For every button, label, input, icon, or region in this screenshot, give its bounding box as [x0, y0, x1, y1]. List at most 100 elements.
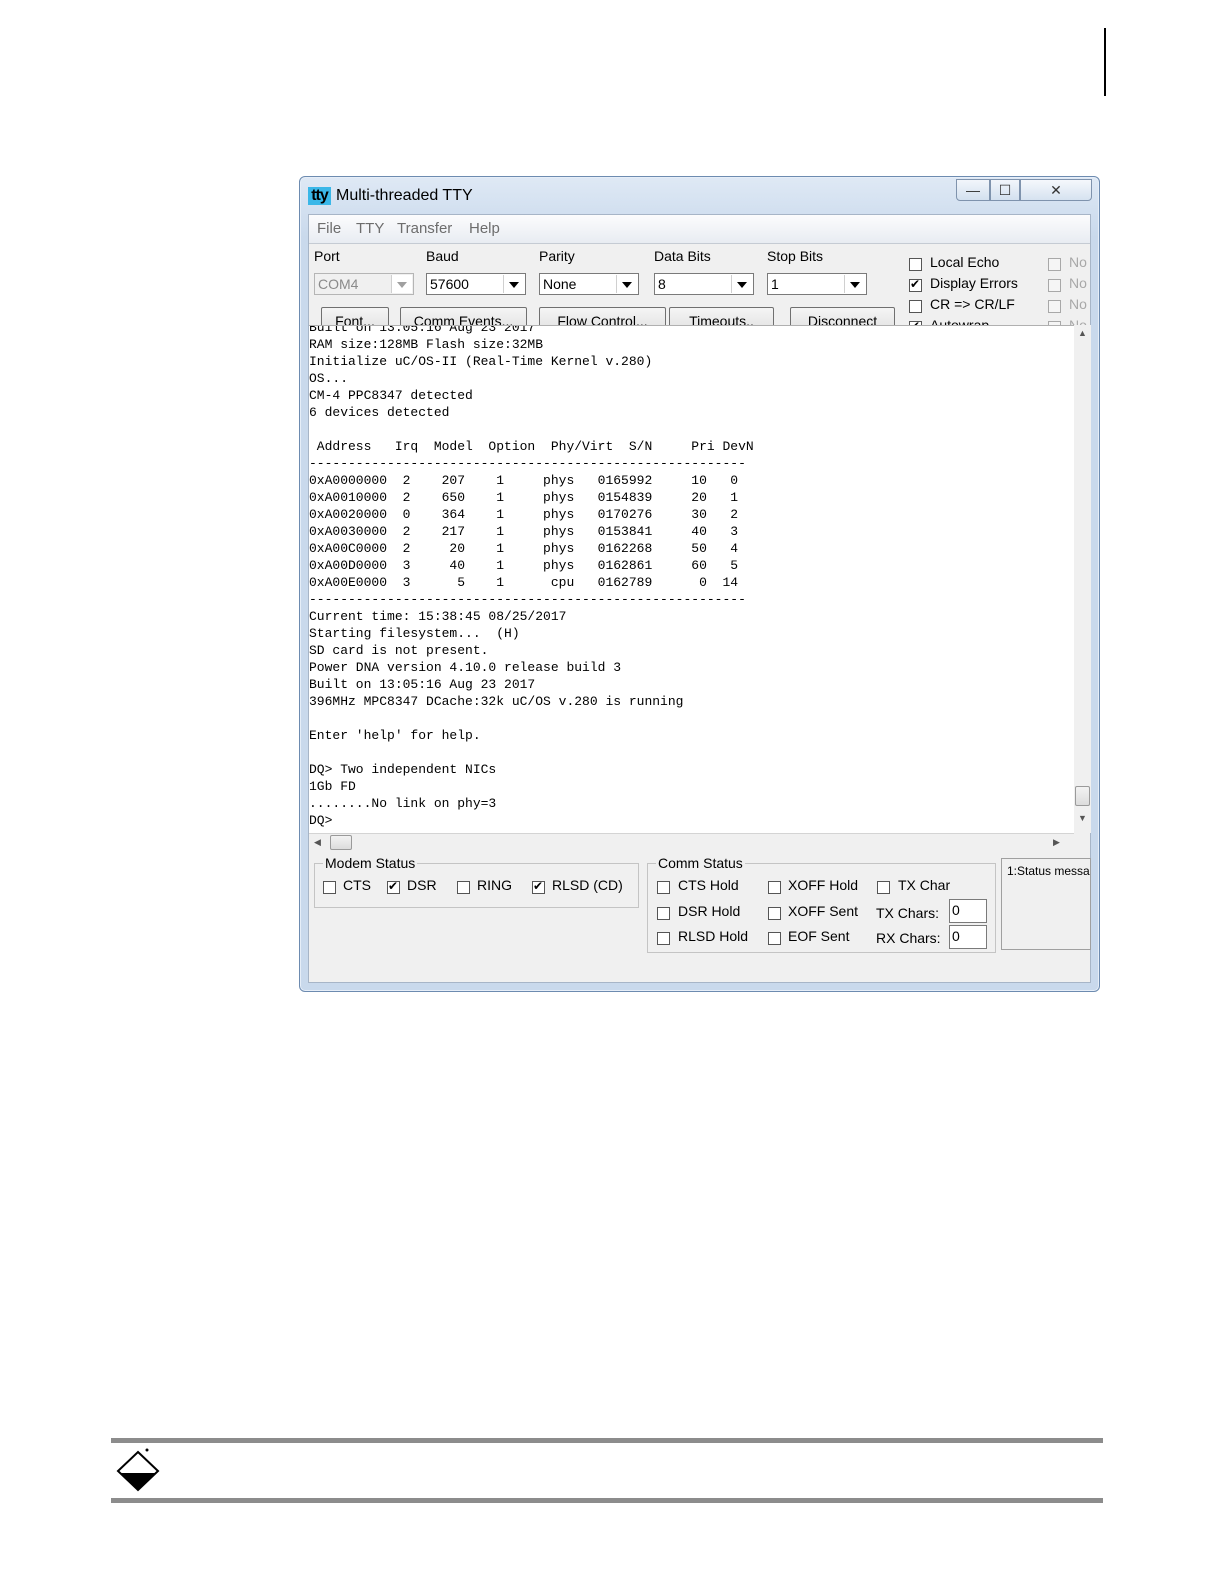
xoff-hold-checkbox[interactable]: [768, 881, 781, 894]
local-echo-checkbox[interactable]: [909, 258, 922, 271]
terminal-line: Address Irq Model Option Phy/Virt S/N Pr…: [309, 439, 754, 454]
rlsd-checkbox[interactable]: [532, 879, 545, 894]
baud-value: 57600: [430, 276, 469, 292]
dsr-hold-label: DSR Hold: [678, 903, 741, 919]
dsr-label: DSR: [407, 877, 437, 893]
terminal-line: DQ>: [309, 813, 333, 828]
local-echo-label: Local Echo: [930, 254, 1000, 270]
status-message: 1:Status message: [1007, 864, 1090, 878]
maximize-icon: ☐: [998, 182, 1012, 198]
parity-value: None: [543, 276, 577, 292]
tx-chars-field[interactable]: 0: [949, 899, 987, 923]
port-label: Port: [314, 248, 340, 264]
parity-select[interactable]: None: [539, 273, 639, 295]
terminal-line: Starting filesystem... (H): [309, 626, 520, 641]
terminal-line: Built on 13:05:16 Aug 23 2017: [309, 325, 536, 335]
comm-status-title: Comm Status: [656, 855, 745, 871]
vertical-scroll-thumb[interactable]: [1075, 786, 1090, 806]
chevron-down-icon: [844, 275, 865, 293]
xoff-hold-label: XOFF Hold: [788, 877, 859, 893]
ring-checkbox[interactable]: [457, 881, 470, 894]
company-logo: [116, 1448, 160, 1492]
terminal-line: 0xA00E0000 3 5 1 cpu 0162789 0 14: [309, 575, 739, 590]
terminal-line: 0xA0020000 0 364 1 phys 0170276 30 2: [309, 507, 739, 522]
terminal-line: 0xA00D0000 3 40 1 phys 0162861 60 5: [309, 558, 739, 573]
terminal-line: Power DNA version 4.10.0 release build 3: [309, 660, 622, 675]
terminal-line: 0xA00C0000 2 20 1 phys 0162268 50 4: [309, 541, 739, 556]
cts-hold-checkbox[interactable]: [657, 881, 670, 894]
rx-chars-field[interactable]: 0: [949, 925, 987, 949]
minimize-button[interactable]: —: [956, 179, 990, 201]
dsr-checkbox[interactable]: [387, 879, 400, 894]
comm-status-group: Comm Status CTS Hold XOFF Hold TX Char D…: [647, 855, 996, 953]
baud-select[interactable]: 57600: [426, 273, 526, 295]
terminal-line: CM-4 PPC8347 detected: [309, 388, 473, 403]
terminal-line: OS...: [309, 371, 349, 386]
disabled-option-label: No: [1069, 296, 1087, 312]
footer-top-rule: [111, 1438, 1103, 1443]
eof-sent-label: EOF Sent: [788, 928, 850, 944]
vertical-scrollbar[interactable]: ▲ ▼: [1074, 325, 1091, 833]
page-header-rule: [1104, 28, 1106, 96]
data-bits-select[interactable]: 8: [654, 273, 754, 295]
stop-bits-value: 1: [771, 276, 779, 292]
cts-hold-label: CTS Hold: [678, 877, 739, 893]
scroll-up-icon[interactable]: ▲: [1078, 328, 1087, 338]
port-select[interactable]: COM4: [314, 273, 414, 295]
terminal-line: Built on 13:05:16 Aug 23 2017: [309, 677, 536, 692]
xoff-sent-checkbox[interactable]: [768, 907, 781, 920]
terminal-line: Current time: 15:38:45 08/25/2017: [309, 609, 567, 624]
eof-sent-checkbox[interactable]: [768, 932, 781, 945]
rlsd-hold-checkbox[interactable]: [657, 932, 670, 945]
scroll-down-icon[interactable]: ▼: [1078, 813, 1087, 823]
dsr-hold-checkbox[interactable]: [657, 907, 670, 920]
menu-tty[interactable]: TTY: [356, 220, 384, 237]
terminal-line: 6 devices detected: [309, 405, 450, 420]
terminal-line: DQ> Two independent NICs: [309, 762, 497, 777]
status-message-panel: 1:Status message: [1001, 858, 1091, 950]
modem-status-title: Modem Status: [323, 855, 418, 871]
terminal-line: 396MHz MPC8347 DCache:32k uC/OS v.280 is…: [309, 694, 684, 709]
terminal-line: 1Gb FD: [309, 779, 356, 794]
cts-label: CTS: [343, 877, 371, 893]
display-errors-label: Display Errors: [930, 275, 1018, 291]
horizontal-scroll-thumb[interactable]: [330, 835, 352, 850]
tx-char-label: TX Char: [898, 877, 951, 893]
maximize-button[interactable]: ☐: [990, 179, 1020, 201]
terminal-line: ----------------------------------------…: [309, 456, 746, 471]
chevron-down-icon: [503, 275, 524, 293]
terminal-output[interactable]: Built on 13:05:16 Aug 23 2017 RAM size:12…: [309, 325, 1074, 834]
scroll-right-icon[interactable]: ▶: [1053, 837, 1060, 848]
tty-window: tty Multi-threaded TTY — ☐ ✕ File TTY Tr…: [299, 176, 1100, 992]
title-bar[interactable]: tty Multi-threaded TTY — ☐ ✕: [300, 177, 1099, 213]
stop-bits-label: Stop Bits: [767, 248, 824, 264]
terminal-line: Enter 'help' for help.: [309, 728, 481, 743]
scroll-left-icon[interactable]: ◀: [314, 837, 321, 848]
display-errors-checkbox[interactable]: [909, 277, 922, 292]
port-value: COM4: [318, 276, 359, 292]
terminal-line: ----------------------------------------…: [309, 592, 746, 607]
modem-status-group: Modem Status CTS DSR RING RLSD (CD): [314, 855, 639, 908]
terminal-line: ........No link on phy=3: [309, 796, 497, 811]
menu-transfer[interactable]: Transfer: [397, 220, 452, 237]
horizontal-scrollbar[interactable]: ◀ ▶: [309, 833, 1074, 851]
data-bits-label: Data Bits: [654, 248, 711, 264]
footer-bottom-rule: [111, 1498, 1103, 1503]
xoff-sent-label: XOFF Sent: [788, 903, 859, 919]
disabled-option-checkbox: [1048, 258, 1061, 271]
client-area: File TTY Transfer Help Port Baud Parity …: [308, 214, 1091, 983]
cr-crlf-label: CR => CR/LF: [930, 296, 1015, 312]
cts-checkbox[interactable]: [323, 881, 336, 894]
tx-char-checkbox[interactable]: [877, 881, 890, 894]
chevron-down-icon: [616, 275, 637, 293]
rlsd-hold-label: RLSD Hold: [678, 928, 749, 944]
menu-help[interactable]: Help: [469, 220, 500, 237]
chevron-down-icon: [391, 275, 412, 293]
data-bits-value: 8: [658, 276, 666, 292]
stop-bits-select[interactable]: 1: [767, 273, 867, 295]
close-button[interactable]: ✕: [1020, 179, 1092, 201]
cr-crlf-checkbox[interactable]: [909, 300, 922, 313]
terminal-line: 0xA0030000 2 217 1 phys 0153841 40 3: [309, 524, 739, 539]
menu-file[interactable]: File: [317, 220, 341, 237]
disabled-option-checkbox: [1048, 279, 1061, 292]
